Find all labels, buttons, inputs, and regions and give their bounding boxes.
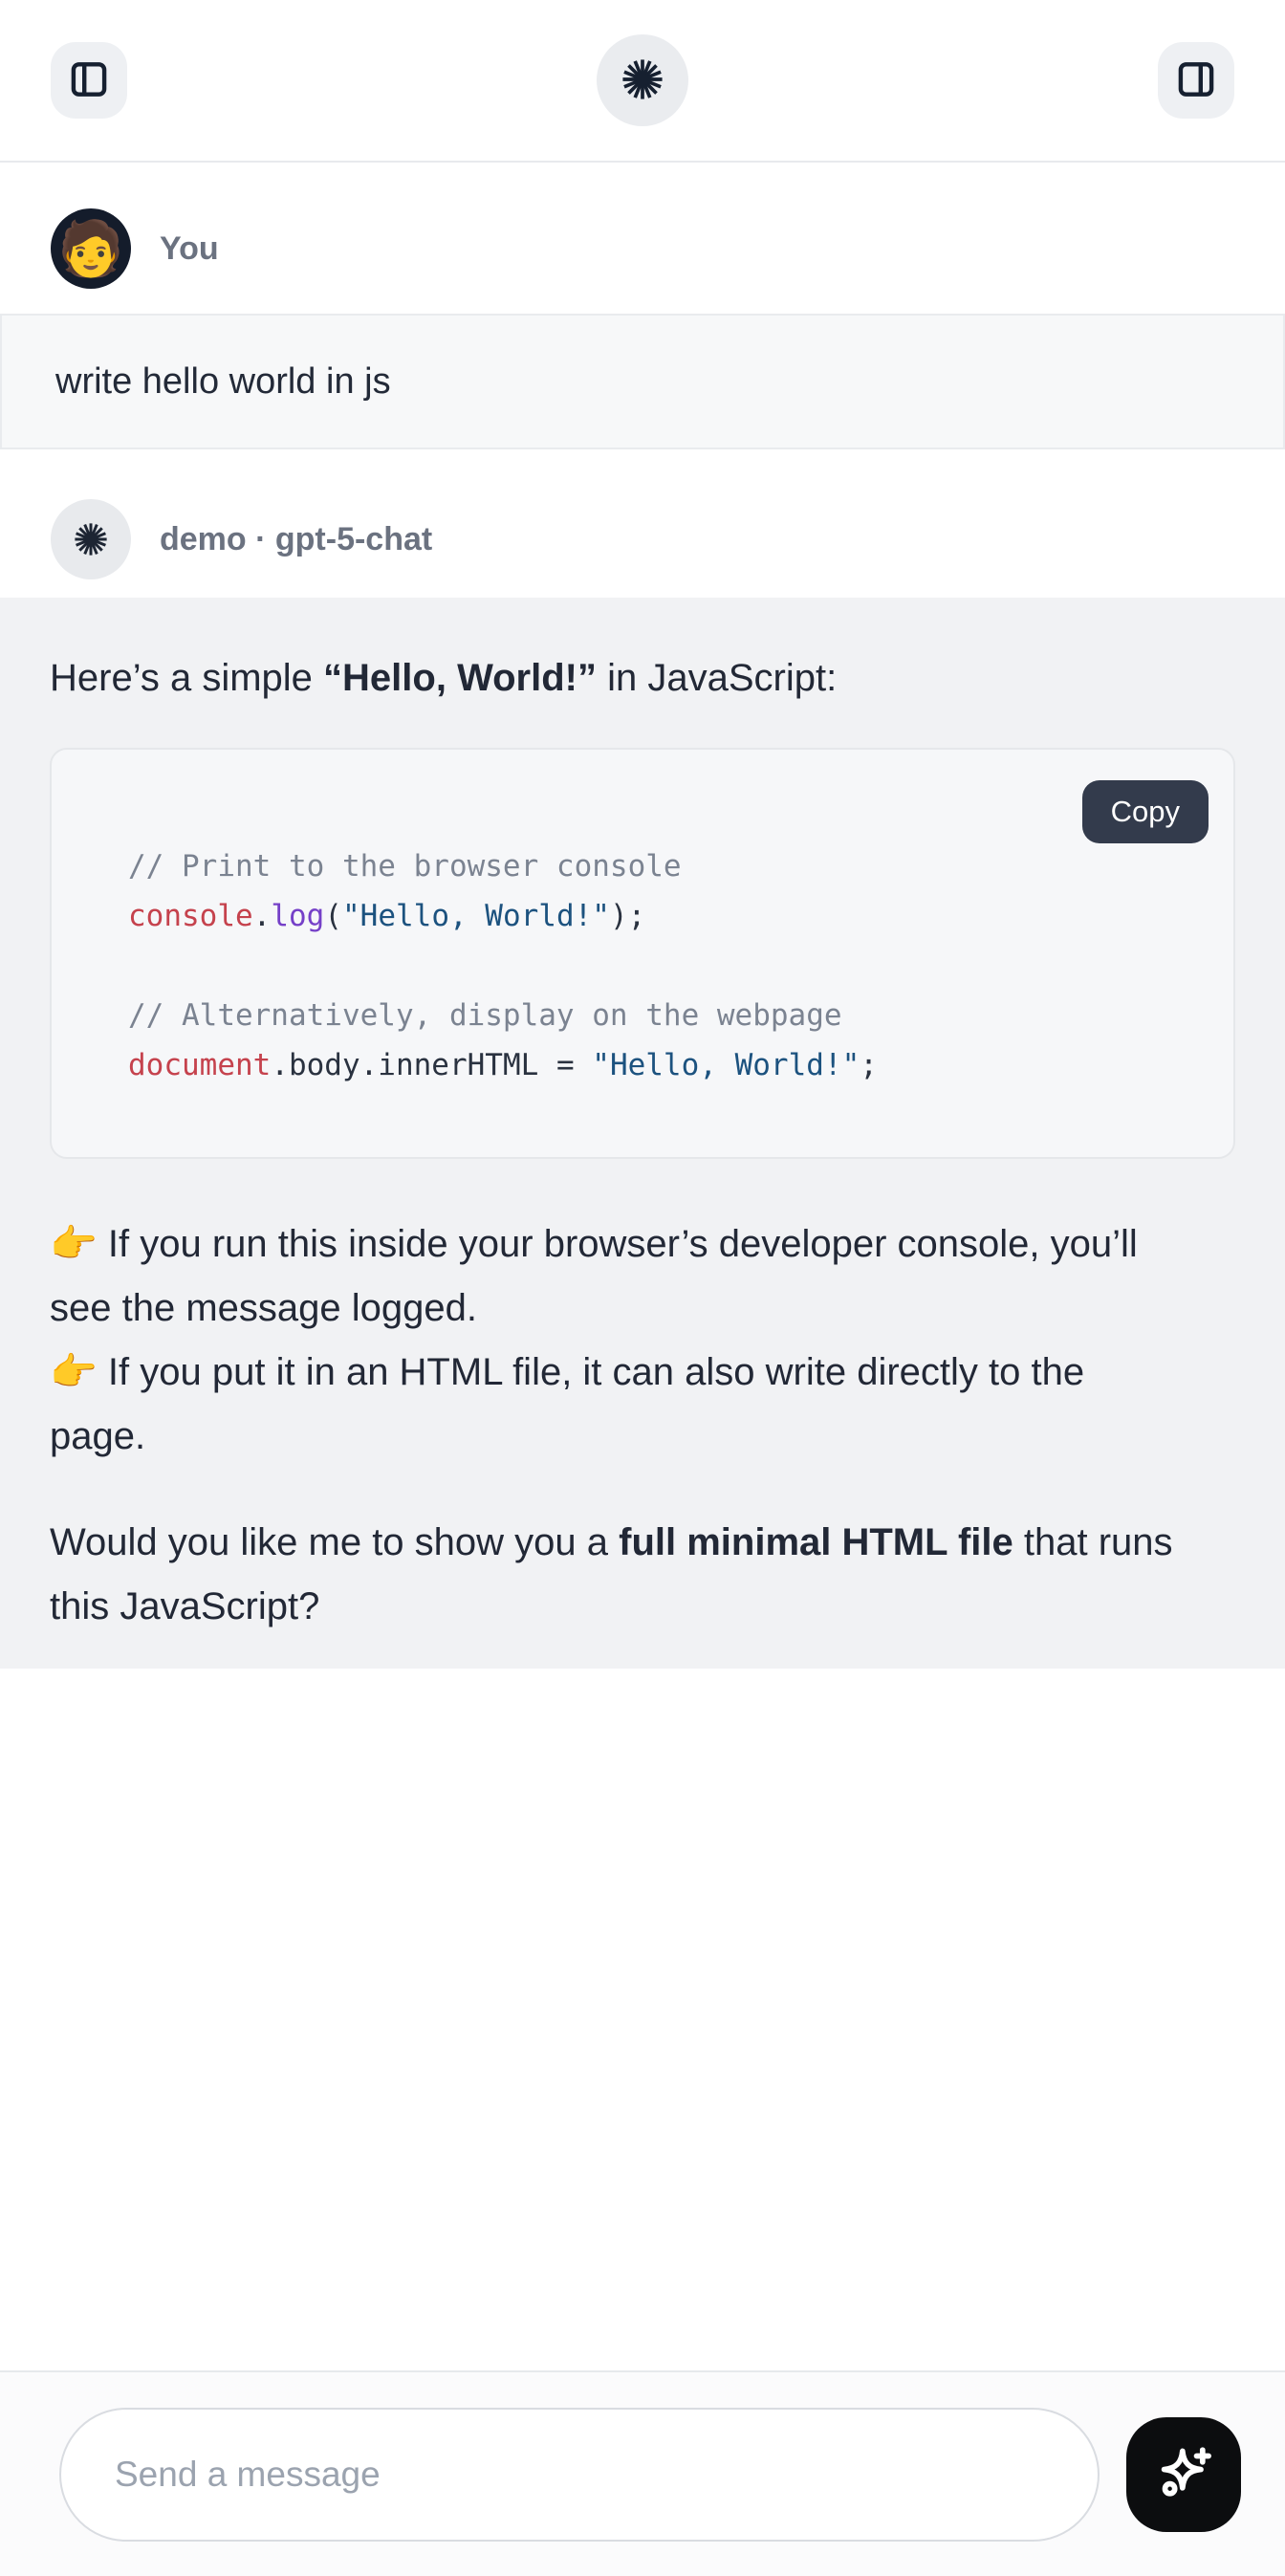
sidebar-left-icon bbox=[67, 57, 111, 104]
intro-paragraph: Here’s a simple “Hello, World!” in JavaS… bbox=[50, 651, 1235, 705]
user-message: write hello world in js bbox=[0, 314, 1285, 449]
message-input[interactable]: Send a message bbox=[59, 2408, 1100, 2542]
message-input-placeholder: Send a message bbox=[115, 2455, 381, 2495]
copy-button[interactable]: Copy bbox=[1082, 780, 1209, 843]
code-block: Copy // Print to the browser consolecons… bbox=[50, 748, 1235, 1159]
sidebar-toggle-button[interactable] bbox=[51, 42, 127, 119]
assistant-paragraph: Would you like me to show you a full min… bbox=[50, 1511, 1235, 1639]
sparkle-plus-icon bbox=[1149, 2440, 1218, 2509]
user-avatar-emoji: 🧑 bbox=[57, 208, 124, 289]
assistant-message: Here’s a simple “Hello, World!” in JavaS… bbox=[0, 598, 1285, 1669]
assistant-sender-label: demo · gpt-5-chat bbox=[160, 521, 432, 558]
code-content: // Print to the browser consoleconsole.l… bbox=[128, 841, 1205, 1090]
assistant-paragraph: 👉 If you run this inside your browser’s … bbox=[50, 1212, 1235, 1469]
user-message-text: write hello world in js bbox=[55, 361, 391, 403]
empty-space bbox=[0, 1669, 1285, 2370]
user-sender-label: You bbox=[160, 230, 219, 268]
composer: Send a message bbox=[0, 2370, 1285, 2576]
model-button[interactable] bbox=[597, 34, 688, 126]
assistant-message-header: demo · gpt-5-chat bbox=[0, 499, 1285, 579]
user-avatar: 🧑 bbox=[51, 208, 131, 289]
assistant-paragraphs: 👉 If you run this inside your browser’s … bbox=[50, 1212, 1235, 1639]
starburst-icon bbox=[618, 55, 667, 107]
panel-toggle-button[interactable] bbox=[1158, 42, 1234, 119]
panel-right-icon bbox=[1174, 57, 1218, 104]
assistant-avatar bbox=[51, 499, 131, 579]
top-bar bbox=[0, 0, 1285, 163]
starburst-icon bbox=[71, 519, 111, 559]
conversation: 🧑 You write hello world in js bbox=[0, 163, 1285, 1669]
user-message-header: 🧑 You bbox=[0, 208, 1285, 289]
send-button[interactable] bbox=[1126, 2417, 1241, 2532]
